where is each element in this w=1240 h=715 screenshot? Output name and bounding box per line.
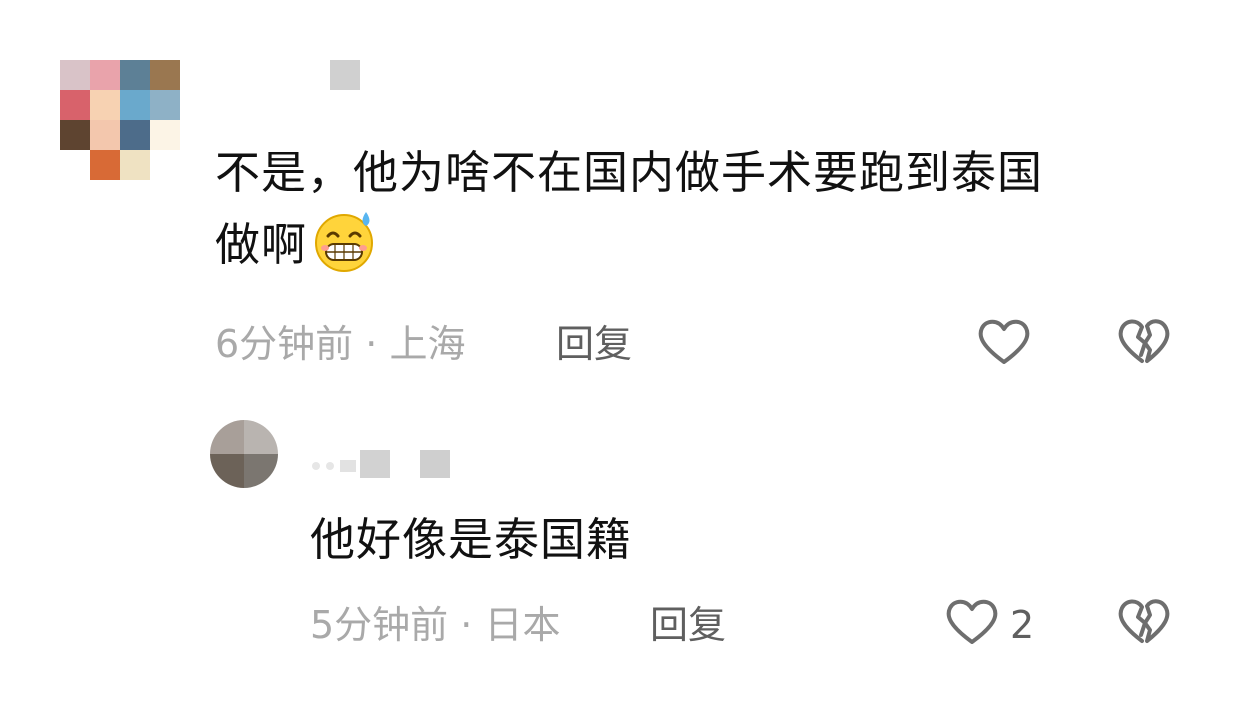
comment-text: 他好像是泰国籍 — [310, 513, 633, 566]
comment-meta: 5分钟前 · 日本 — [310, 603, 560, 647]
username-blurred-2[interactable] — [326, 462, 334, 470]
username-blurred-3[interactable] — [340, 460, 356, 472]
comment-text-line1: 不是，他为啥不在国内做手术要跑到泰国 — [215, 146, 1044, 199]
broken-heart-icon[interactable] — [1114, 592, 1174, 652]
meta-separator: · — [460, 603, 473, 647]
heart-outline-icon[interactable] — [942, 592, 1002, 652]
avatar[interactable] — [210, 420, 278, 488]
reply-button[interactable]: 回复 — [556, 322, 632, 366]
comment-time: 5分钟前 — [310, 603, 449, 647]
like-count: 2 — [1010, 603, 1035, 647]
username-blurred-4[interactable] — [360, 450, 390, 478]
username-blurred[interactable] — [330, 60, 360, 90]
comment-meta: 6分钟前 · 上海 — [215, 322, 465, 366]
sweat-grin-emoji-icon — [311, 208, 377, 274]
avatar[interactable] — [60, 60, 180, 180]
comment-time: 6分钟前 — [215, 322, 354, 366]
username-blurred-5[interactable] — [420, 450, 450, 478]
heart-outline-icon[interactable] — [974, 312, 1034, 372]
comment-location: 日本 — [484, 603, 561, 647]
broken-heart-icon[interactable] — [1114, 312, 1174, 372]
comment-location: 上海 — [389, 322, 466, 366]
comment-text-line2: 做啊 — [215, 218, 308, 271]
comment-text: 不是，他为啥不在国内做手术要跑到泰国 做啊 — [215, 138, 1195, 280]
meta-separator: · — [365, 322, 378, 366]
username-blurred[interactable] — [312, 462, 320, 470]
reply-button[interactable]: 回复 — [650, 603, 726, 647]
